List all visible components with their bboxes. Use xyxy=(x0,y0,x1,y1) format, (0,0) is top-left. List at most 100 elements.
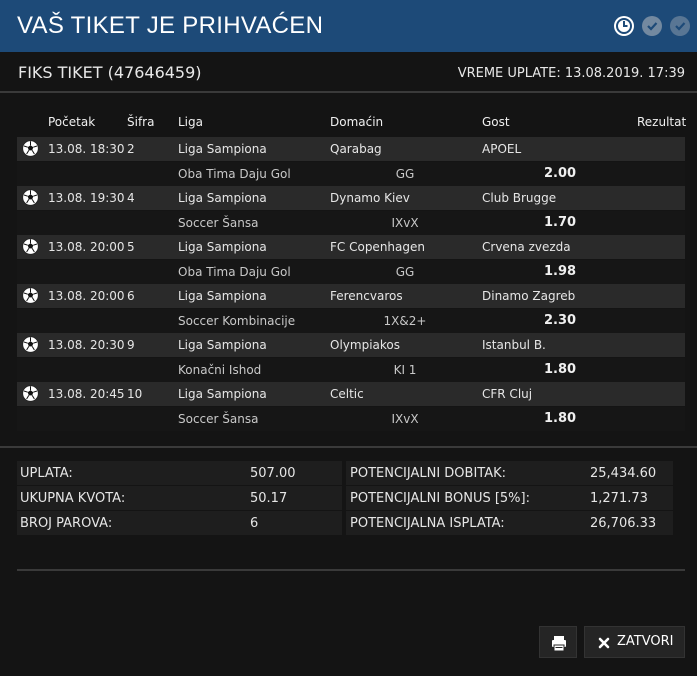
match-code: 9 xyxy=(127,338,135,352)
match-away-team: Istanbul B. xyxy=(482,338,546,352)
match-start: 13.08. 20:00 xyxy=(48,289,125,303)
bet-type: Soccer Šansa xyxy=(178,216,259,230)
soccer-ball-icon xyxy=(22,336,39,353)
bet-type: Soccer Kombinacije xyxy=(178,314,296,328)
check-circle-icon[interactable] xyxy=(642,16,662,36)
match-away-team: Dinamo Zagreb xyxy=(482,289,576,303)
match-league: Liga Sampiona xyxy=(178,387,267,401)
match-league: Liga Sampiona xyxy=(178,338,267,352)
soccer-ball-icon xyxy=(22,385,39,402)
match-start: 13.08. 20:00 xyxy=(48,240,125,254)
match-away-team: Crvena zvezda xyxy=(482,240,571,254)
match-row: 13.08. 18:30 2 Liga Sampiona Qarabag APOEL xyxy=(17,137,685,161)
match-home-team: FC Copenhagen xyxy=(330,240,425,254)
match-league: Liga Sampiona xyxy=(178,240,267,254)
column-header-code: Šifra xyxy=(127,115,155,129)
summary-right-row: POTENCIJALNA ISPLATA: 26,706.33 xyxy=(346,511,673,535)
divider xyxy=(0,446,697,448)
ticket-payment-time: VREME UPLATE: 13.08.2019. 17:39 xyxy=(457,66,685,81)
soccer-ball-icon xyxy=(22,189,39,206)
summary-value: 50.17 xyxy=(250,491,288,506)
match-code: 6 xyxy=(127,289,135,303)
check-circle-icon[interactable] xyxy=(670,16,690,36)
summary-value: 26,706.33 xyxy=(590,516,657,531)
match-start: 13.08. 20:45 xyxy=(48,387,125,401)
summary-label: POTENCIJALNA ISPLATA: xyxy=(350,516,505,531)
match-league: Liga Sampiona xyxy=(178,142,267,156)
summary-left-row: UPLATA: 507.00 xyxy=(17,461,342,485)
match-home-team: Ferencvaros xyxy=(330,289,403,303)
bet-pick: 1X&2+ xyxy=(383,314,427,328)
match-start: 13.08. 19:30 xyxy=(48,191,125,205)
close-icon xyxy=(598,637,610,649)
match-home-team: Qarabag xyxy=(330,142,382,156)
match-code: 4 xyxy=(127,191,135,205)
print-icon xyxy=(552,636,566,652)
match-home-team: Dynamo Kiev xyxy=(330,191,410,205)
bet-odd: 2.00 xyxy=(544,166,577,181)
summary-label: UKUPNA KVOTA: xyxy=(20,491,126,506)
bet-pick: IXvX xyxy=(391,216,419,230)
soccer-ball-icon xyxy=(22,287,39,304)
match-bet-row: Soccer Šansa IXvX 1.70 xyxy=(17,211,685,235)
close-button[interactable]: ZATVORI xyxy=(584,626,685,658)
column-header-away: Gost xyxy=(482,115,510,129)
bet-pick: IXvX xyxy=(391,412,419,426)
match-code: 5 xyxy=(127,240,135,254)
match-away-team: APOEL xyxy=(482,142,522,156)
match-home-team: Celtic xyxy=(330,387,364,401)
bet-type: Soccer Šansa xyxy=(178,412,259,426)
match-home-team: Olympiakos xyxy=(330,338,400,352)
summary-value: 1,271.73 xyxy=(590,491,648,506)
match-row: 13.08. 20:00 5 Liga Sampiona FC Copenhagen C… xyxy=(17,235,685,259)
column-header-home: Domaćin xyxy=(330,115,384,129)
modal-title-bar: VAŠ TIKET JE PRIHVAĆEN xyxy=(0,0,697,52)
match-start: 13.08. 18:30 xyxy=(48,142,125,156)
clock-icon[interactable] xyxy=(614,16,634,36)
match-league: Liga Sampiona xyxy=(178,289,267,303)
match-bet-row: Konačni Ishod KI 1 1.80 xyxy=(17,358,685,382)
bet-pick: GG xyxy=(395,167,415,181)
match-row: 13.08. 20:30 9 Liga Sampiona Olympiakos Ista… xyxy=(17,333,685,357)
ticket-name: FIKS TIKET (47646459) xyxy=(18,63,202,82)
column-header-start: Početak xyxy=(48,115,96,129)
column-header-league: Liga xyxy=(178,115,203,129)
match-row: 13.08. 20:45 10 Liga Sampiona Celtic CFR Clu… xyxy=(17,382,685,406)
match-league: Liga Sampiona xyxy=(178,191,267,205)
match-code: 2 xyxy=(127,142,135,156)
summary-left-row: UKUPNA KVOTA: 50.17 xyxy=(17,486,342,510)
ticket-info-row: FIKS TIKET (47646459) VREME UPLATE: 13.0… xyxy=(0,52,697,92)
match-bet-row: Soccer Kombinacije 1X&2+ 2.30 xyxy=(17,309,685,333)
soccer-ball-icon xyxy=(22,140,39,157)
divider xyxy=(17,569,685,571)
match-row: 13.08. 20:00 6 Liga Sampiona Ferencvaros Din… xyxy=(17,284,685,308)
bet-odd: 2.30 xyxy=(544,313,577,328)
summary-value: 25,434.60 xyxy=(590,466,657,481)
match-row: 13.08. 19:30 4 Liga Sampiona Dynamo Kiev Clu… xyxy=(17,186,685,210)
summary-label: UPLATA: xyxy=(20,466,73,481)
bet-type: Oba Tima Daju Gol xyxy=(178,265,291,279)
close-button-label: ZATVORI xyxy=(617,634,674,649)
match-bet-row: Soccer Šansa IXvX 1.80 xyxy=(17,407,685,431)
summary-label: POTENCIJALNI DOBITAK: xyxy=(350,466,507,481)
bet-pick: GG xyxy=(395,265,415,279)
modal-title: VAŠ TIKET JE PRIHVAĆEN xyxy=(17,12,324,39)
bet-type: Konačni Ishod xyxy=(178,363,262,377)
print-button[interactable] xyxy=(539,626,577,658)
match-away-team: Club Brugge xyxy=(482,191,557,205)
summary-label: BROJ PAROVA: xyxy=(20,516,113,531)
summary-value: 507.00 xyxy=(250,466,296,481)
summary-right-row: POTENCIJALNI BONUS [5%]: 1,271.73 xyxy=(346,486,673,510)
soccer-ball-icon xyxy=(22,238,39,255)
column-header-result: Rezultat xyxy=(637,115,687,129)
summary-value: 6 xyxy=(250,516,259,531)
match-bet-row: Oba Tima Daju Gol GG 2.00 xyxy=(17,162,685,186)
match-code: 10 xyxy=(127,387,143,401)
summary-right-row: POTENCIJALNI DOBITAK: 25,434.60 xyxy=(346,461,673,485)
bet-odd: 1.98 xyxy=(544,264,577,279)
summary-left-row: BROJ PAROVA: 6 xyxy=(17,511,342,535)
match-bet-row: Oba Tima Daju Gol GG 1.98 xyxy=(17,260,685,284)
ticket-modal: VAŠ TIKET JE PRIHVAĆEN FIKS TIKET (47646… xyxy=(0,0,697,676)
summary-label: POTENCIJALNI BONUS [5%]: xyxy=(350,491,530,506)
bet-odd: 1.80 xyxy=(544,362,577,377)
